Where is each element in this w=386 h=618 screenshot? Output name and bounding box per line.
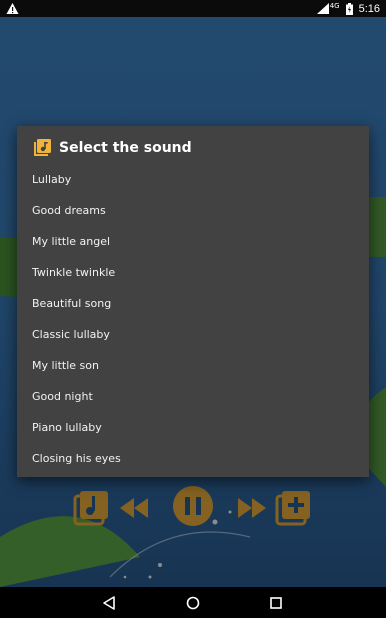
status-time: 5:16 <box>358 2 380 15</box>
network-type: 4G <box>329 1 340 10</box>
dialog-title: Select the sound <box>59 140 192 156</box>
status-icons: 4G 5:16 <box>316 0 380 17</box>
music-library-icon <box>34 139 51 156</box>
recents-icon[interactable] <box>268 595 284 611</box>
sound-item-good-night[interactable]: Good night <box>17 381 369 412</box>
sound-item-closing-his-eyes[interactable]: Closing his eyes <box>17 443 369 474</box>
select-sound-dialog: Select the sound Lullaby Good dreams My … <box>17 126 369 477</box>
sound-item-piano-lullaby[interactable]: Piano lullaby <box>17 412 369 443</box>
sound-item-good-dreams[interactable]: Good dreams <box>17 195 369 226</box>
back-icon[interactable] <box>101 595 117 611</box>
warning-icon <box>6 3 19 14</box>
dialog-header: Select the sound <box>33 136 192 160</box>
status-bar: 4G 5:16 <box>0 0 386 17</box>
battery-icon <box>345 2 353 15</box>
signal-icon <box>316 3 329 14</box>
navigation-bar <box>0 587 386 618</box>
sound-list: Lullaby Good dreams My little angel Twin… <box>17 164 369 474</box>
sound-item-beautiful-song[interactable]: Beautiful song <box>17 288 369 319</box>
sound-item-lullaby[interactable]: Lullaby <box>17 164 369 195</box>
sound-item-classic-lullaby[interactable]: Classic lullaby <box>17 319 369 350</box>
sound-item-my-little-angel[interactable]: My little angel <box>17 226 369 257</box>
screen: 4G 5:16 Select the sound Lullaby Good dr… <box>0 0 386 618</box>
sound-item-twinkle-twinkle[interactable]: Twinkle twinkle <box>17 257 369 288</box>
home-icon[interactable] <box>185 595 201 611</box>
sound-item-my-little-son[interactable]: My little son <box>17 350 369 381</box>
